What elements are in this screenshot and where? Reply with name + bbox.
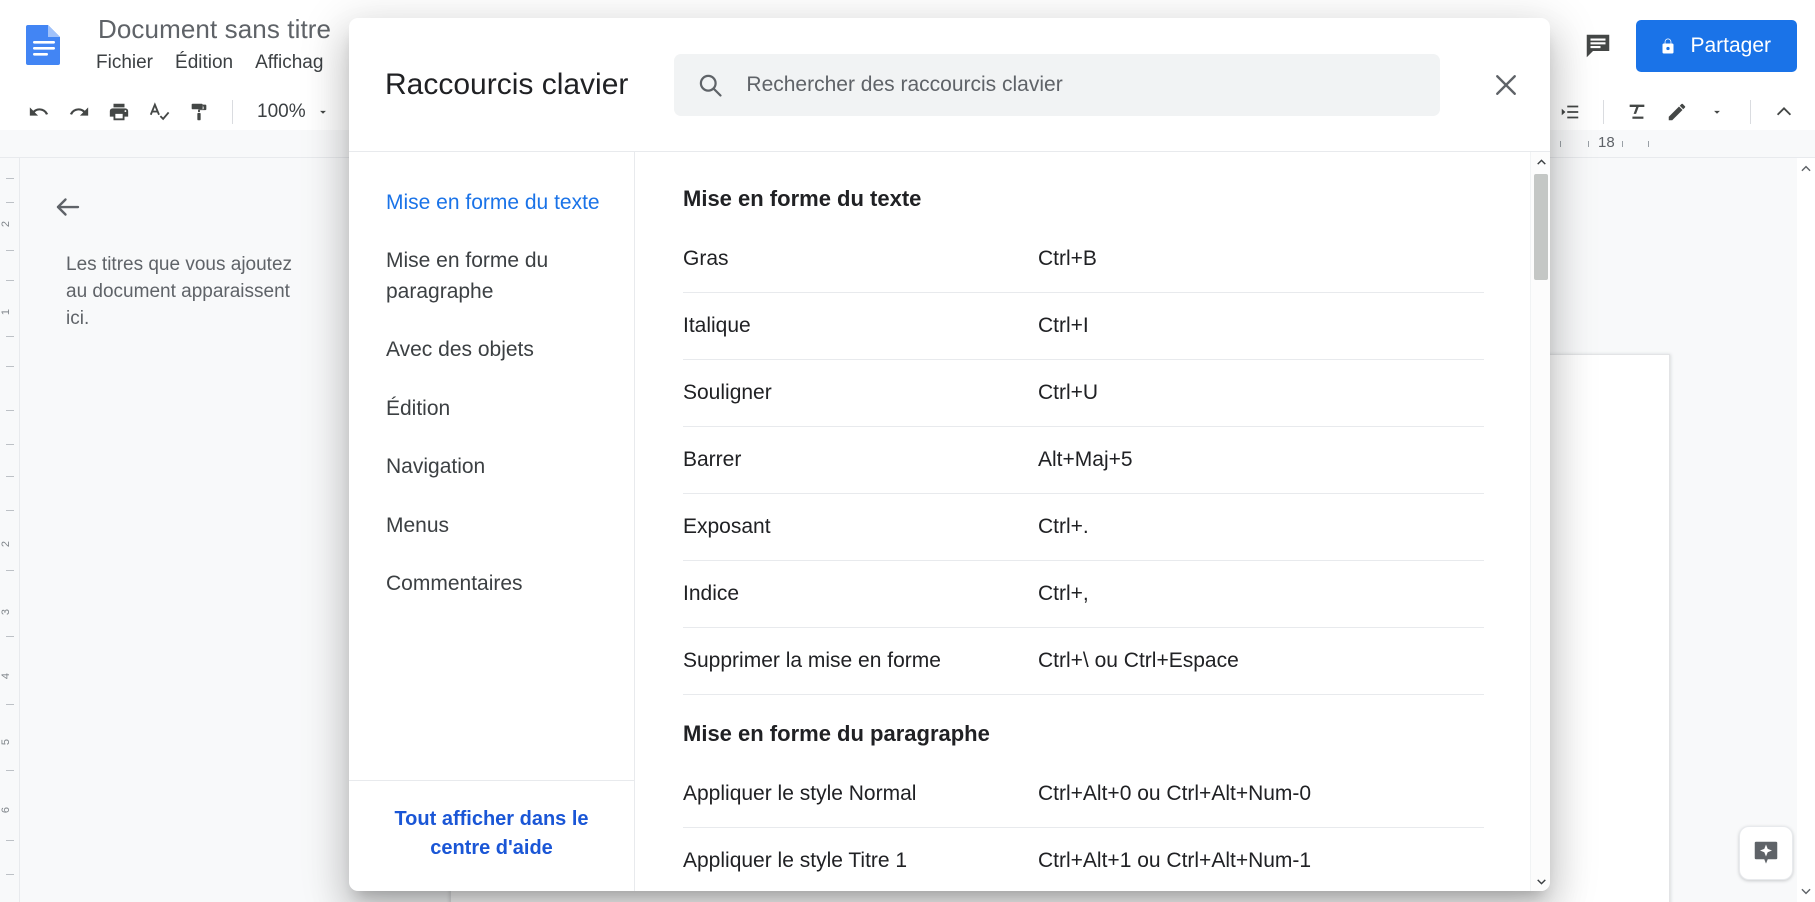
dialog-content: Mise en forme du texte Gras Ctrl+B Itali… [635, 152, 1550, 891]
sidebar-item-navigation[interactable]: Navigation [349, 438, 634, 496]
dialog-scrollbar[interactable] [1530, 152, 1550, 891]
table-row: Souligner Ctrl+U [683, 360, 1484, 427]
sidebar-item-avec-des-objets[interactable]: Avec des objets [349, 321, 634, 379]
shortcut-label: Italique [683, 314, 751, 337]
dialog-sidebar-footer: Tout afficher dans le centre d'aide [349, 780, 634, 891]
table-row: Appliquer le style Normal Ctrl+Alt+0 ou … [683, 761, 1484, 828]
table-row: Appliquer le style Titre 1 Ctrl+Alt+1 ou… [683, 828, 1484, 891]
table-row: Supprimer la mise en forme Ctrl+\ ou Ctr… [683, 628, 1484, 695]
shortcut-label: Barrer [683, 448, 742, 471]
dialog-sidebar: Mise en forme du texte Mise en forme du … [349, 152, 635, 891]
sidebar-item-mise-en-forme-du-paragraphe[interactable]: Mise en forme du paragraphe [349, 232, 634, 321]
sidebar-item-mise-en-forme-du-texte[interactable]: Mise en forme du texte [349, 174, 634, 232]
screen: Document sans titre Fichier Édition Affi… [0, 0, 1815, 902]
table-row: Exposant Ctrl+. [683, 494, 1484, 561]
scroll-down-icon[interactable] [1531, 871, 1550, 891]
shortcut-combo: Ctrl+B [1038, 247, 1097, 270]
sidebar-item-commentaires[interactable]: Commentaires [349, 555, 634, 613]
table-row: Indice Ctrl+, [683, 561, 1484, 628]
dialog-body: Mise en forme du texte Mise en forme du … [349, 151, 1550, 891]
search-box[interactable] [674, 53, 1440, 116]
help-center-link[interactable]: Tout afficher dans le centre d'aide [379, 805, 604, 863]
shortcut-label: Supprimer la mise en forme [683, 649, 941, 672]
search-input[interactable] [746, 72, 1424, 97]
section-title: Mise en forme du paragraphe [683, 721, 990, 746]
shortcut-label: Indice [683, 582, 740, 605]
scroll-up-icon[interactable] [1531, 152, 1550, 172]
shortcut-combo: Ctrl+. [1038, 515, 1089, 538]
table-row: Italique Ctrl+I [683, 293, 1484, 360]
shortcuts-scroll-area: Mise en forme du texte Gras Ctrl+B Itali… [635, 152, 1530, 891]
table-row: Barrer Alt+Maj+5 [683, 427, 1484, 494]
shortcut-combo: Ctrl+Alt+0 ou Ctrl+Alt+Num-0 [1038, 782, 1312, 805]
search-icon [696, 71, 724, 99]
shortcut-label: Appliquer le style Normal [683, 782, 917, 805]
sidebar-item-menus[interactable]: Menus [349, 497, 634, 555]
dialog-header: Raccourcis clavier [349, 18, 1550, 151]
shortcut-combo: Ctrl+Alt+1 ou Ctrl+Alt+Num-1 [1038, 849, 1312, 872]
dialog-title: Raccourcis clavier [385, 67, 629, 101]
shortcut-combo: Alt+Maj+5 [1038, 448, 1133, 471]
shortcut-combo: Ctrl+I [1038, 314, 1089, 337]
shortcut-combo: Ctrl+U [1038, 381, 1099, 404]
shortcut-label: Souligner [683, 381, 772, 404]
shortcut-combo: Ctrl+, [1038, 582, 1089, 605]
close-dialog-button[interactable] [1480, 59, 1532, 111]
close-icon [1491, 70, 1521, 100]
dialog-nav-list: Mise en forme du texte Mise en forme du … [349, 152, 634, 780]
shortcut-combo: Ctrl+\ ou Ctrl+Espace [1038, 649, 1239, 672]
scrollbar-thumb[interactable] [1534, 174, 1548, 280]
sidebar-item-edition[interactable]: Édition [349, 380, 634, 438]
shortcut-label: Appliquer le style Titre 1 [683, 849, 908, 872]
keyboard-shortcuts-dialog: Raccourcis clavier Rechercher des raccou… [349, 18, 1550, 891]
shortcut-label: Exposant [683, 515, 771, 538]
section-title: Mise en forme du texte [683, 186, 922, 211]
table-row: Gras Ctrl+B [683, 226, 1484, 293]
shortcut-label: Gras [683, 247, 729, 270]
